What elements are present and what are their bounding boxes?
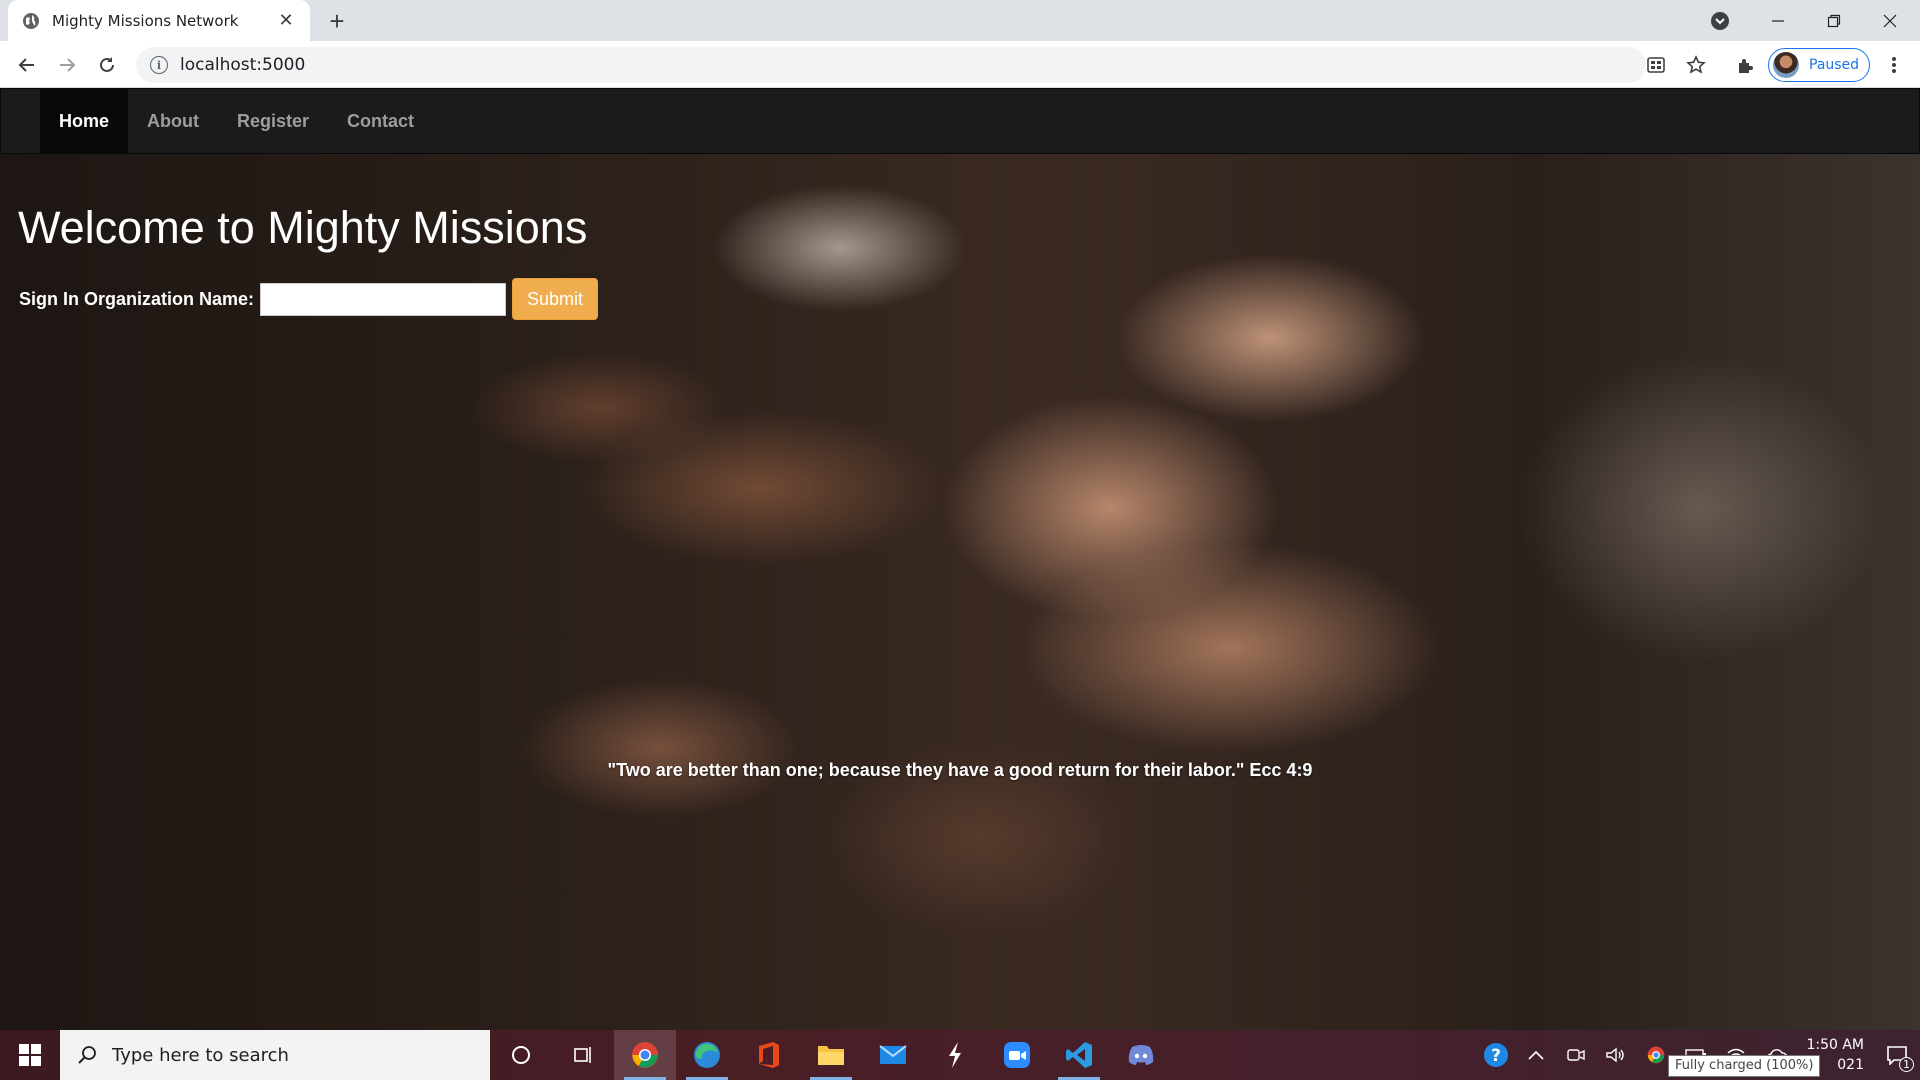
forward-icon[interactable] (53, 51, 81, 79)
minimize-icon[interactable] (1750, 0, 1806, 41)
windows-taskbar: Type here to search ? 1:50 AM 021 1 (0, 1030, 1920, 1080)
profile-button[interactable]: Paused (1768, 48, 1870, 82)
windows-start-icon[interactable] (0, 1030, 60, 1080)
signin-label: Sign In Organization Name: (19, 288, 255, 309)
avatar (1773, 52, 1799, 78)
discord-icon[interactable] (1110, 1030, 1172, 1080)
tab-search-icon[interactable] (1708, 9, 1732, 33)
vscode-icon[interactable] (1048, 1030, 1110, 1080)
nav-contact[interactable]: Contact (328, 89, 433, 153)
scripture-quote: "Two are better than one; because they h… (607, 760, 1313, 780)
mail-icon[interactable] (862, 1030, 924, 1080)
page-title: Welcome to Mighty Missions (18, 202, 588, 253)
restore-icon[interactable] (1806, 0, 1862, 41)
cortana-icon[interactable] (490, 1030, 552, 1080)
search-placeholder: Type here to search (112, 1044, 289, 1066)
address-bar[interactable]: i localhost:5000 (136, 47, 1646, 83)
file-explorer-icon[interactable] (800, 1030, 862, 1080)
taskbar-search[interactable]: Type here to search (60, 1030, 490, 1080)
volume-icon[interactable] (1596, 1030, 1636, 1080)
submit-button[interactable]: Submit (512, 278, 599, 320)
page-viewport: Home About Register Contact Welcome to M… (0, 88, 1920, 1030)
notification-center-icon[interactable]: 1 (1874, 1030, 1920, 1080)
new-tab-button[interactable]: + (324, 6, 350, 36)
install-app-icon[interactable] (1642, 51, 1670, 79)
bookmark-star-icon[interactable] (1682, 51, 1710, 79)
help-icon[interactable]: ? (1476, 1030, 1516, 1080)
close-window-icon[interactable] (1862, 0, 1918, 41)
meet-now-icon[interactable] (1556, 1030, 1596, 1080)
back-icon[interactable] (13, 51, 41, 79)
browser-tab[interactable]: Mighty Missions Network ✕ (8, 0, 310, 41)
lightning-app-icon[interactable] (924, 1030, 986, 1080)
nav-register[interactable]: Register (218, 89, 328, 153)
extensions-puzzle-icon[interactable] (1732, 51, 1760, 79)
reload-icon[interactable] (93, 51, 121, 79)
site-navbar: Home About Register Contact (0, 88, 1920, 154)
site-info-icon[interactable]: i (150, 56, 168, 74)
svg-text:?: ? (1492, 1046, 1502, 1066)
browser-toolbar: i localhost:5000 Paused (0, 41, 1920, 88)
battery-tooltip: Fully charged (100%) (1668, 1055, 1821, 1077)
chrome-icon[interactable] (614, 1030, 676, 1080)
signin-form: Sign In Organization Name: Submit (19, 278, 599, 320)
browser-tabstrip: Mighty Missions Network ✕ + (0, 0, 1920, 41)
close-tab-icon[interactable]: ✕ (276, 10, 296, 31)
globe-icon (22, 12, 40, 30)
search-icon (78, 1046, 96, 1064)
nav-home[interactable]: Home (40, 89, 129, 153)
edge-icon[interactable] (676, 1030, 738, 1080)
nav-about[interactable]: About (128, 89, 218, 153)
organization-name-input[interactable] (260, 282, 507, 316)
browser-menu-icon[interactable] (1880, 51, 1908, 79)
zoom-icon[interactable] (986, 1030, 1048, 1080)
clock-time: 1:50 AM (1806, 1037, 1864, 1053)
tab-title: Mighty Missions Network (52, 11, 239, 30)
notification-count: 1 (1899, 1057, 1914, 1072)
address-url: localhost:5000 (180, 55, 306, 75)
profile-status: Paused (1809, 57, 1860, 73)
task-view-icon[interactable] (552, 1030, 614, 1080)
office-icon[interactable] (738, 1030, 800, 1080)
chevron-up-icon[interactable] (1516, 1030, 1556, 1080)
